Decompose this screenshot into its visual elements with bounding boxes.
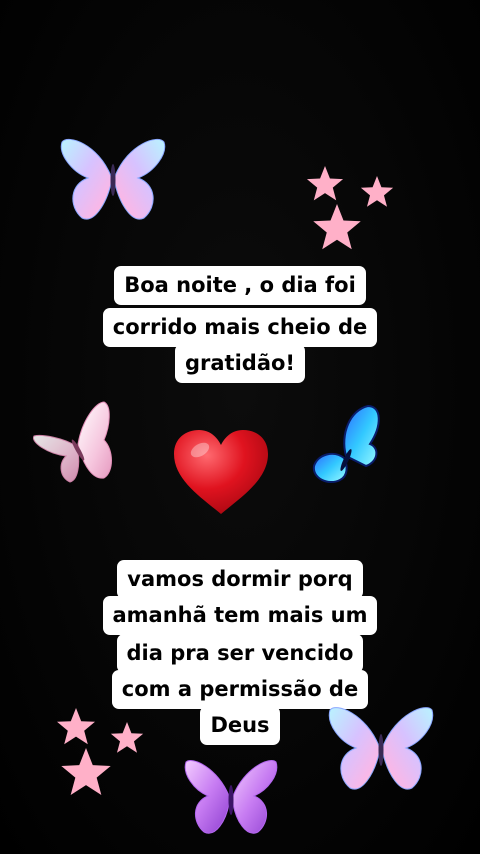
star-cluster-icon xyxy=(52,704,152,804)
caption-text: vamos dormir porq xyxy=(117,560,363,599)
butterfly-icon xyxy=(326,702,436,794)
caption-line: corrido mais cheio de xyxy=(0,308,480,347)
caption-text: dia pra ser vencido xyxy=(116,634,364,673)
caption-text: Boa noite , o dia foi xyxy=(114,266,366,305)
caption-line: dia pra ser vencido xyxy=(0,634,480,673)
caption-text: Deus xyxy=(200,706,280,745)
butterfly-icon xyxy=(182,756,280,838)
butterfly-icon xyxy=(30,400,120,486)
caption-text: amanhã tem mais um xyxy=(102,596,378,635)
caption-text: gratidão! xyxy=(174,344,305,383)
caption-line: gratidão! xyxy=(0,344,480,383)
caption-text: corrido mais cheio de xyxy=(102,308,378,347)
caption-line: vamos dormir porq xyxy=(0,560,480,599)
story-canvas: Boa noite , o dia foi corrido mais cheio… xyxy=(0,0,480,854)
star-cluster-icon xyxy=(300,160,400,256)
butterfly-icon xyxy=(310,404,386,490)
caption-line: Boa noite , o dia foi xyxy=(0,266,480,305)
butterfly-icon xyxy=(58,134,168,224)
red-heart-icon xyxy=(172,428,270,516)
caption-line: amanhã tem mais um xyxy=(0,596,480,635)
